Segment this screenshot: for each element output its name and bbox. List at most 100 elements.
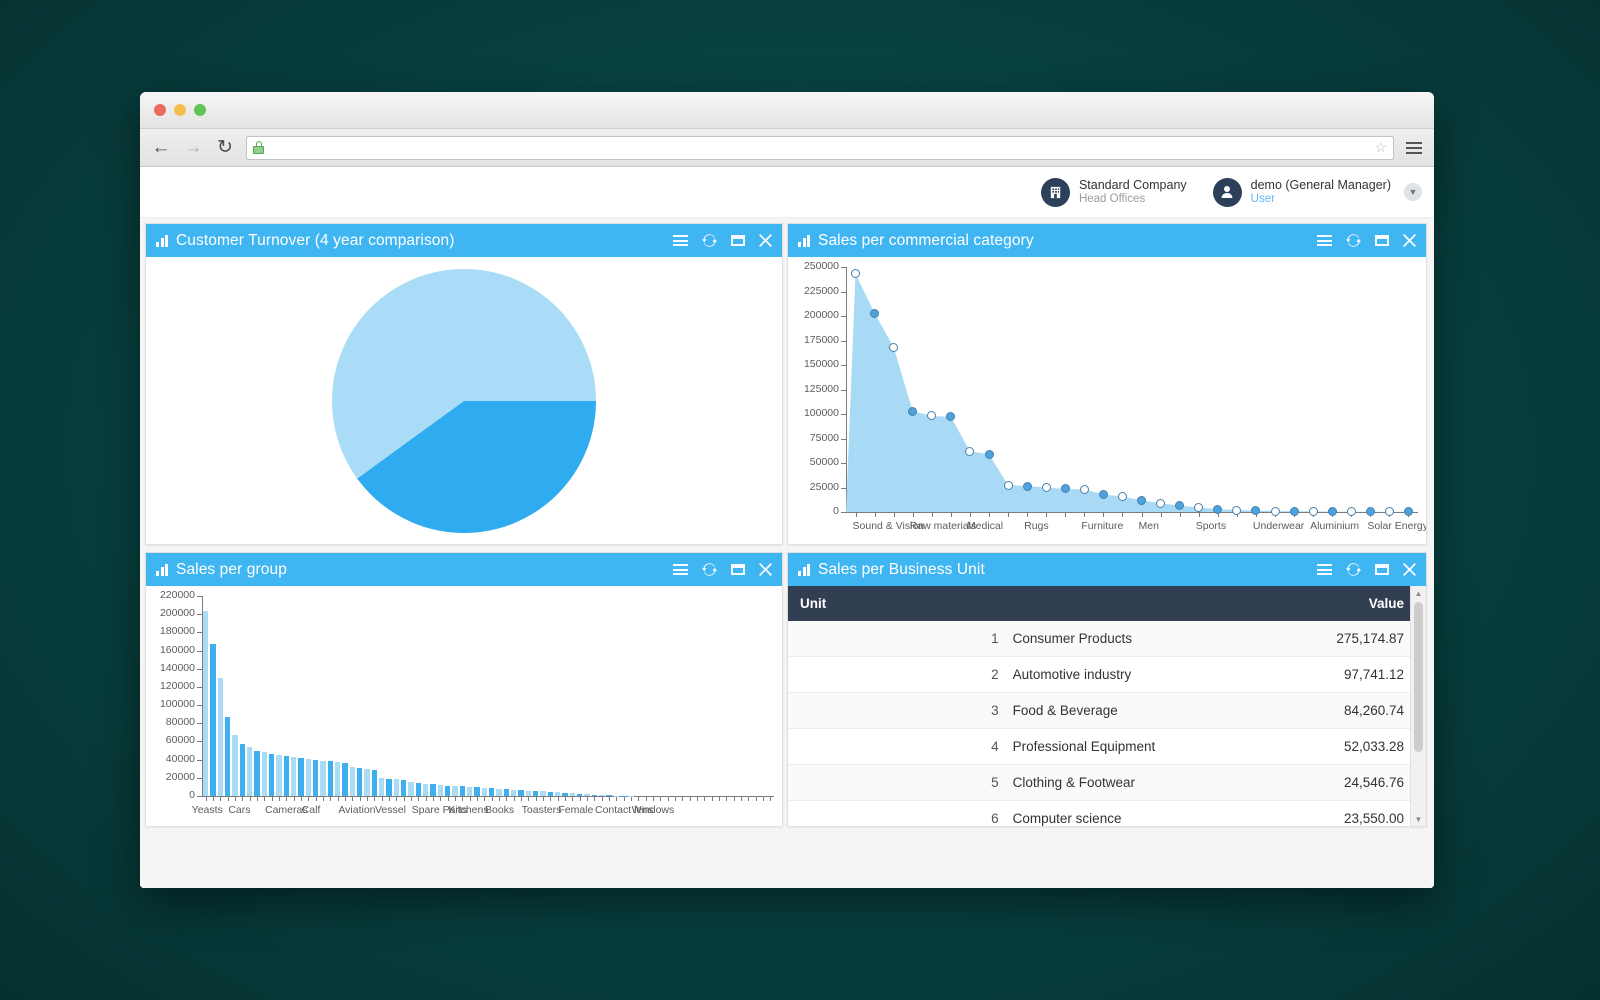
bar[interactable] xyxy=(518,790,524,796)
close-window-button[interactable] xyxy=(154,104,166,116)
star-icon[interactable]: ☆ xyxy=(1374,139,1387,156)
bar[interactable] xyxy=(555,792,561,796)
browser-menu-icon[interactable] xyxy=(1404,142,1424,154)
area-chart[interactable]: 0250005000075000100000125000150000175000… xyxy=(788,257,1426,544)
bar[interactable] xyxy=(570,793,576,796)
menu-icon[interactable] xyxy=(1317,235,1332,246)
refresh-icon[interactable] xyxy=(1346,233,1361,248)
maximize-icon[interactable] xyxy=(731,564,745,575)
bar[interactable] xyxy=(386,779,392,796)
bar[interactable] xyxy=(240,744,246,796)
bar[interactable] xyxy=(372,770,378,796)
bar[interactable] xyxy=(526,791,532,796)
bar[interactable] xyxy=(276,755,282,796)
pie-chart[interactable] xyxy=(332,269,596,533)
bar[interactable] xyxy=(254,751,260,796)
bar[interactable] xyxy=(482,788,488,796)
bar[interactable] xyxy=(423,784,429,796)
maximize-icon[interactable] xyxy=(1375,235,1389,246)
bar[interactable] xyxy=(540,791,546,796)
menu-icon[interactable] xyxy=(1317,564,1332,575)
data-point[interactable] xyxy=(1213,505,1222,514)
bar[interactable] xyxy=(269,754,275,796)
bar[interactable] xyxy=(460,786,466,796)
data-point[interactable] xyxy=(1042,483,1051,492)
bar[interactable] xyxy=(430,784,436,796)
table-header-value[interactable]: Value xyxy=(1213,586,1426,621)
bar[interactable] xyxy=(474,787,480,796)
bar[interactable] xyxy=(599,795,605,796)
bar-chart[interactable]: 0200004000060000800001000001200001400001… xyxy=(146,586,782,826)
bar[interactable] xyxy=(467,787,473,796)
bar[interactable] xyxy=(438,785,444,796)
data-point[interactable] xyxy=(1347,507,1356,516)
bar[interactable] xyxy=(298,758,304,796)
bar[interactable] xyxy=(342,763,348,796)
user-menu[interactable]: demo (General Manager) User ▼ xyxy=(1213,178,1422,207)
bar[interactable] xyxy=(262,752,268,796)
bar[interactable] xyxy=(577,794,583,796)
table-row[interactable]: 2Automotive industry97,741.12 xyxy=(788,657,1426,693)
close-icon[interactable] xyxy=(759,563,772,576)
bar[interactable] xyxy=(504,789,510,796)
bar[interactable] xyxy=(313,760,319,796)
refresh-icon[interactable] xyxy=(702,233,717,248)
bar[interactable] xyxy=(328,761,334,796)
data-point[interactable] xyxy=(1099,490,1108,499)
data-point[interactable] xyxy=(908,407,917,416)
scroll-up-icon[interactable]: ▲ xyxy=(1411,586,1426,600)
maximize-icon[interactable] xyxy=(1375,564,1389,575)
bar[interactable] xyxy=(562,793,568,796)
close-icon[interactable] xyxy=(1403,234,1416,247)
close-icon[interactable] xyxy=(1403,563,1416,576)
table-header-unit[interactable]: Unit xyxy=(788,586,1213,621)
bar[interactable] xyxy=(533,791,539,796)
bar[interactable] xyxy=(606,795,612,796)
bar[interactable] xyxy=(203,611,209,796)
data-point[interactable] xyxy=(1328,507,1337,516)
chevron-down-icon[interactable]: ▼ xyxy=(1404,183,1422,201)
bar[interactable] xyxy=(357,768,363,796)
data-point[interactable] xyxy=(1080,485,1089,494)
data-point[interactable] xyxy=(1023,482,1032,491)
bar[interactable] xyxy=(379,778,385,796)
data-point[interactable] xyxy=(870,309,879,318)
table-row[interactable]: 5Clothing & Footwear24,546.76 xyxy=(788,765,1426,801)
data-point[interactable] xyxy=(1156,499,1165,508)
table-row[interactable]: 4Professional Equipment52,033.28 xyxy=(788,729,1426,765)
bar[interactable] xyxy=(408,782,414,796)
company-selector[interactable]: Standard Company Head Offices xyxy=(1041,178,1187,207)
back-icon[interactable]: ← xyxy=(150,137,172,159)
bar[interactable] xyxy=(416,783,422,796)
bar[interactable] xyxy=(350,767,356,796)
scroll-down-icon[interactable]: ▼ xyxy=(1411,812,1426,826)
bar[interactable] xyxy=(210,644,216,796)
bar[interactable] xyxy=(284,756,290,796)
data-point[interactable] xyxy=(985,450,994,459)
data-point[interactable] xyxy=(1290,507,1299,516)
maximize-icon[interactable] xyxy=(731,235,745,246)
bar[interactable] xyxy=(335,762,341,796)
data-point[interactable] xyxy=(1004,481,1013,490)
maximize-window-button[interactable] xyxy=(194,104,206,116)
bar[interactable] xyxy=(306,759,312,796)
bar[interactable] xyxy=(291,757,297,796)
bar[interactable] xyxy=(548,792,554,796)
bar[interactable] xyxy=(445,786,451,796)
bar[interactable] xyxy=(592,795,598,796)
data-point[interactable] xyxy=(1309,507,1318,516)
bar[interactable] xyxy=(401,780,407,796)
bar[interactable] xyxy=(232,735,238,796)
table-row[interactable]: 3Food & Beverage84,260.74 xyxy=(788,693,1426,729)
menu-icon[interactable] xyxy=(673,235,688,246)
user-role[interactable]: User xyxy=(1251,193,1391,206)
close-icon[interactable] xyxy=(759,234,772,247)
forward-icon[interactable]: → xyxy=(182,137,204,159)
scrollbar-thumb[interactable] xyxy=(1414,602,1423,752)
bar[interactable] xyxy=(364,769,370,796)
menu-icon[interactable] xyxy=(673,564,688,575)
table-row[interactable]: 1Consumer Products275,174.87 xyxy=(788,621,1426,657)
data-point[interactable] xyxy=(1232,506,1241,515)
bar[interactable] xyxy=(320,761,326,796)
bar[interactable] xyxy=(225,717,231,796)
